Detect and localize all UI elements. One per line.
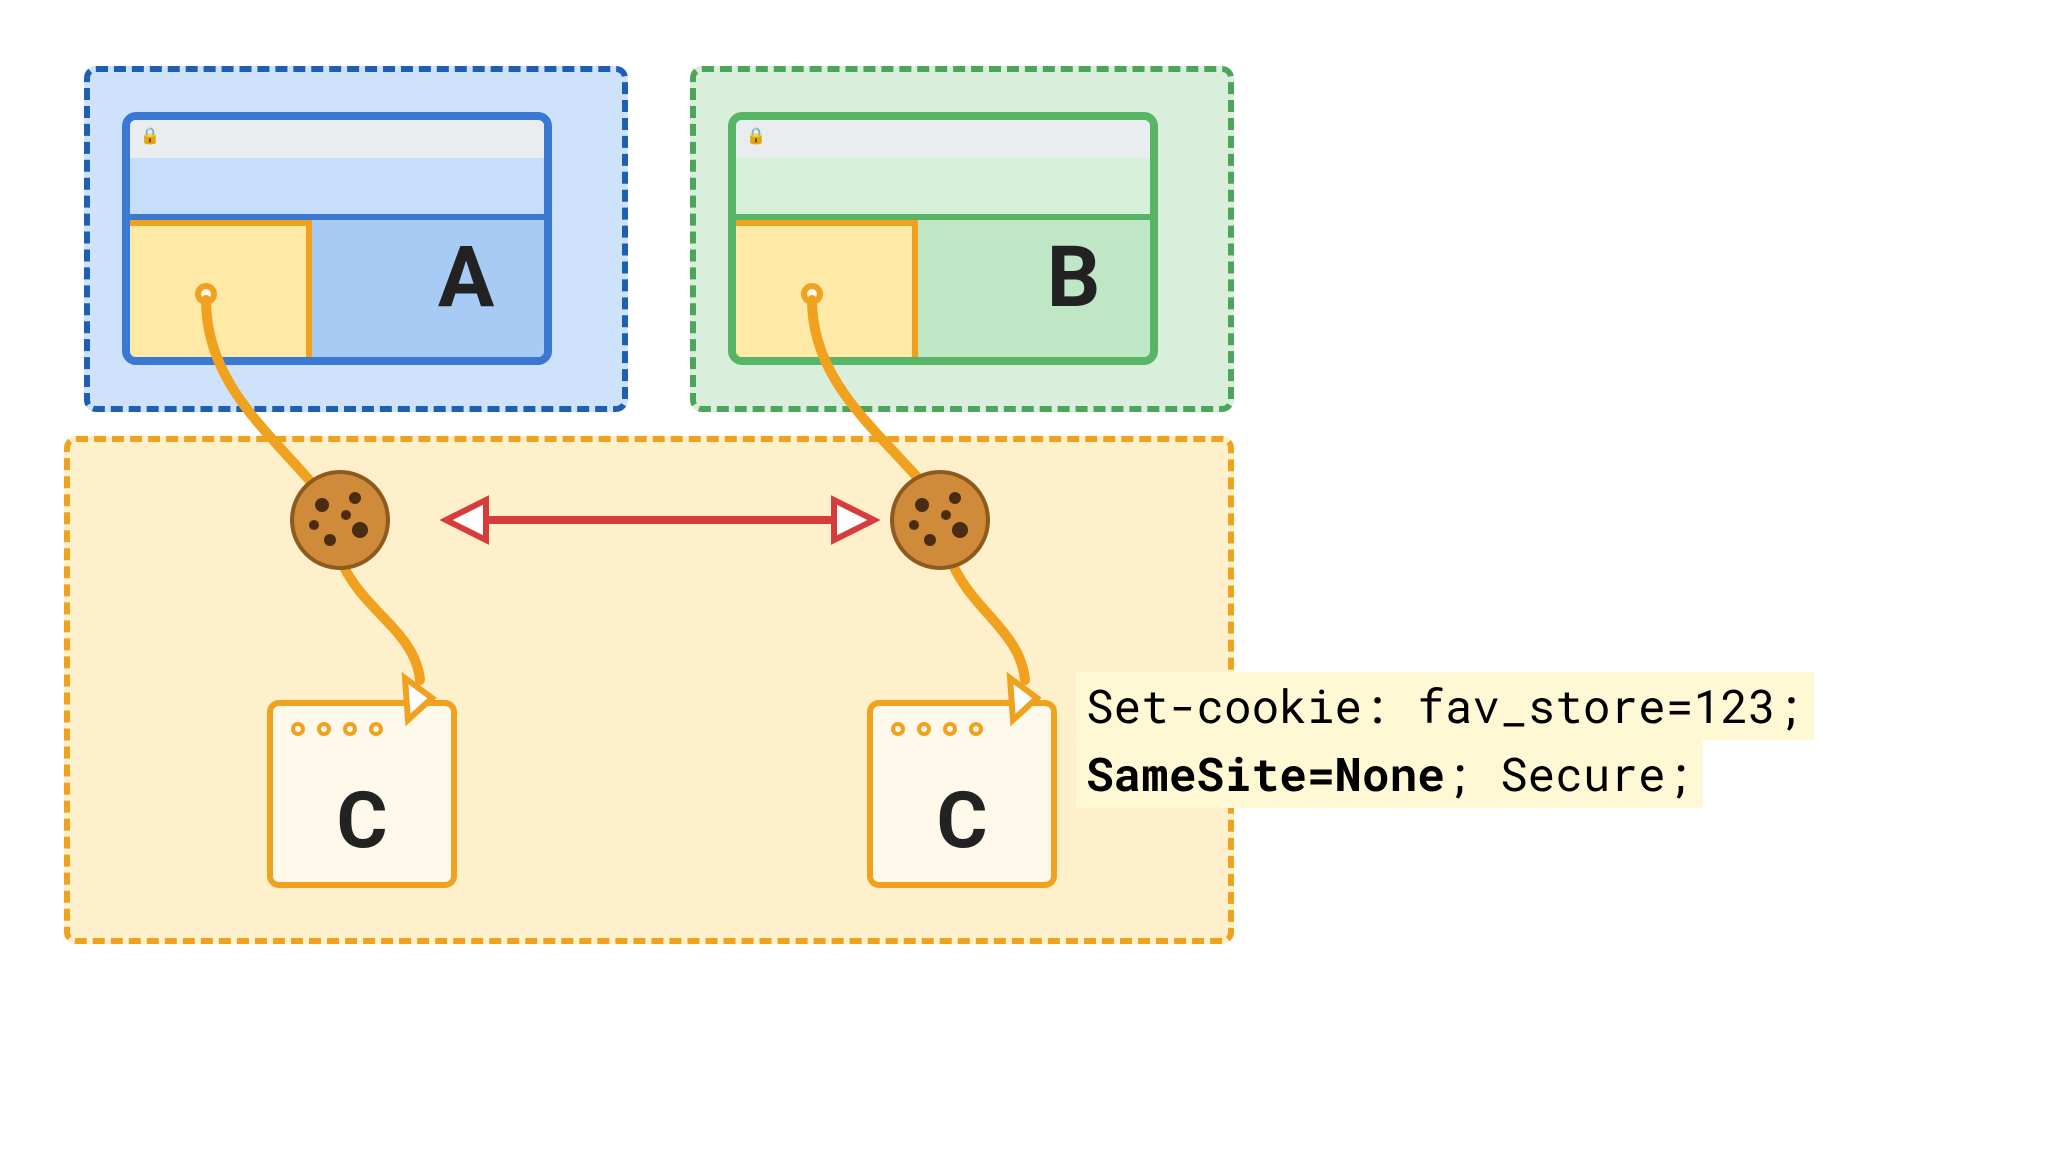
arrowhead-into-c-right	[1010, 678, 1037, 720]
cookie-icon-left	[292, 472, 388, 568]
flow-cookie-to-c-right	[950, 558, 1025, 680]
code-line-1: Set-cookie: fav_store=123;	[1076, 672, 1814, 740]
shared-arrow-right-head	[834, 500, 874, 540]
diagram-root: A B C C	[0, 0, 2048, 1152]
connectors-layer	[0, 0, 2048, 1152]
code-line-2: SameSite=None; Secure;	[1076, 740, 1703, 808]
cookie-icon-right	[892, 472, 988, 568]
arrowhead-into-c-left	[405, 678, 432, 720]
flow-cookie-to-c-left	[340, 558, 420, 680]
code-line-2-rest: ; Secure;	[1445, 744, 1693, 804]
shared-arrow-left-head	[446, 500, 486, 540]
flow-a-to-cookie	[206, 300, 330, 505]
code-line-2-bold: SameSite=None	[1086, 744, 1445, 804]
